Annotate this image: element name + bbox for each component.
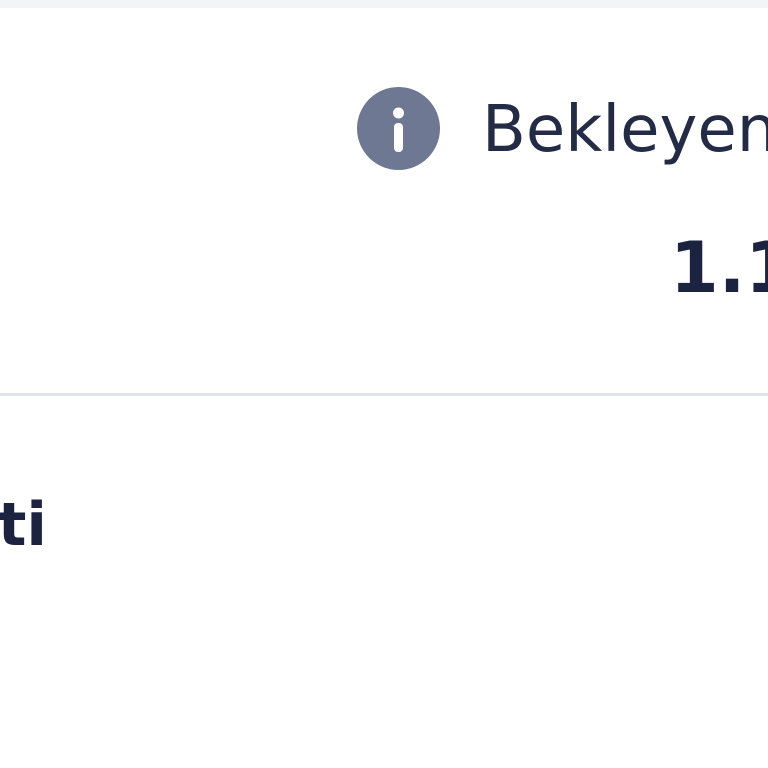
section-divider [0, 393, 768, 396]
pending-value: 1.1 [670, 227, 768, 309]
section-title: eti [0, 490, 47, 560]
pending-label: Bekleyen [482, 93, 768, 167]
info-icon[interactable] [357, 87, 440, 170]
top-strip [0, 0, 768, 8]
page: Bekleyen 1.1 eti [0, 0, 768, 768]
